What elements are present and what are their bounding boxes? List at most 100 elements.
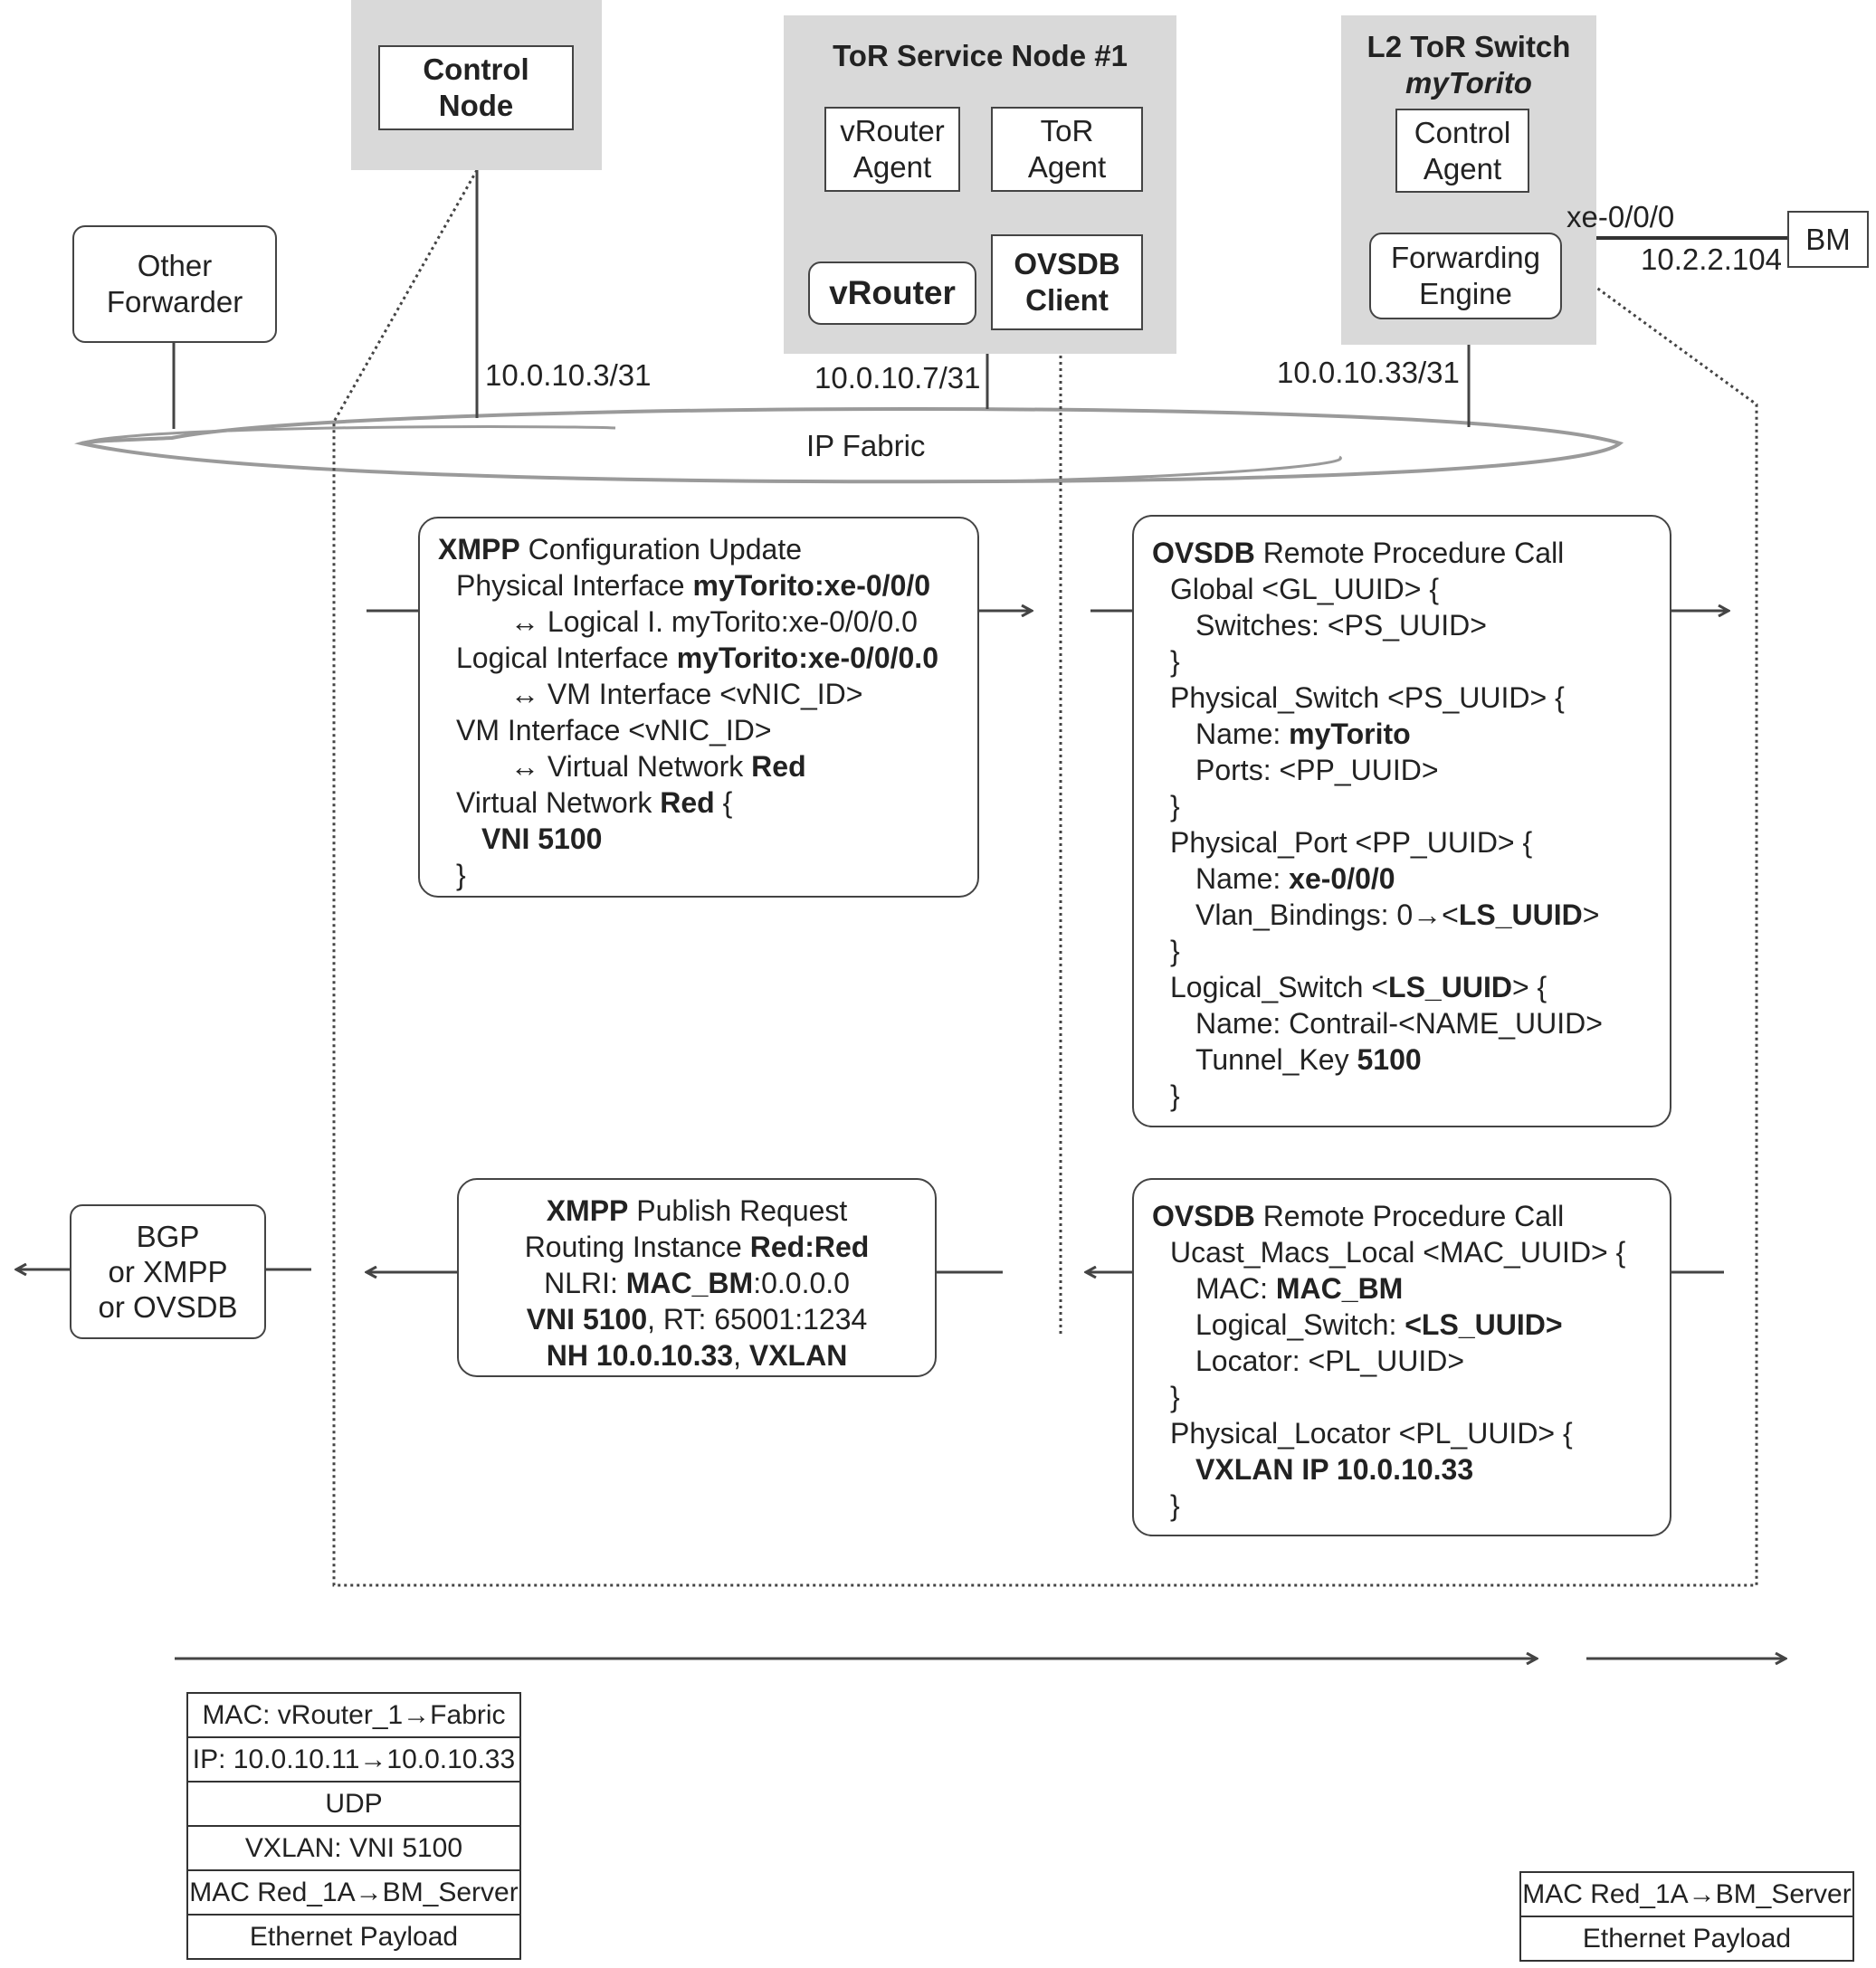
line-value: Red [660,786,715,819]
message-protocol: XMPP [438,533,520,566]
vrouter-agent-label-1: vRouter [840,114,945,147]
message-protocol: OVSDB [1152,1200,1255,1232]
message-line: Name: xe-0/0/0 [1152,860,1652,897]
line-text: MAC: [1195,1272,1276,1305]
message-line: Ucast_Macs_Local <MAC_UUID> { [1152,1234,1652,1270]
tor-service-node-title: ToR Service Node #1 [833,39,1128,72]
ovsdb-client[interactable]: OVSDB Client [991,234,1143,330]
line-text: Switches: <PS_UUID> [1195,609,1487,642]
tor-agent[interactable]: ToR Agent [991,107,1143,192]
line-text: } [1170,645,1180,678]
message-line: Virtual Network Red { [438,784,959,821]
vrouter[interactable]: vRouter [808,261,976,325]
message-line: Physical_Switch <PS_UUID> { [1152,680,1652,716]
message-line: } [1152,788,1652,824]
message-line: Tunnel_Key 5100 [1152,1041,1652,1078]
other-forwarder-label-1: Other [137,249,213,282]
message-header: OVSDB Remote Procedure Call [1152,535,1652,571]
message-line: Physical Interface myTorito:xe-0/0/0 [438,567,959,604]
line-text: } [1170,790,1180,822]
line-value: 5100 [1357,1043,1422,1076]
message-line: Switches: <PS_UUID> [1152,607,1652,643]
line-value: MAC_BM [625,1267,754,1299]
message-line: Locator: <PL_UUID> [1152,1343,1652,1379]
line-value-2: VXLAN [748,1339,848,1372]
bm-server[interactable]: BM [1787,211,1869,268]
line-text: Tunnel_Key [1195,1043,1357,1076]
line-text: ↔ Virtual Network [510,750,752,783]
line-value: myTorito [1289,718,1411,750]
ovsdb-rpc-config: OVSDB Remote Procedure Call Global <GL_UU… [1132,515,1671,1127]
message-line: } [1152,1078,1652,1114]
forwarding-engine[interactable]: Forwarding Engine [1369,233,1562,319]
message-line: Vlan_Bindings: 0→<LS_UUID> [1152,897,1652,933]
ovsdb-client-label-2: Client [1025,283,1109,317]
packet-header-field: MAC Red_1A→BM_Server [1521,1873,1852,1917]
line-suffix: > [1582,898,1600,931]
forwarding-engine-label-2: Engine [1419,277,1512,310]
bm-label: BM [1805,222,1851,256]
message-line: } [1152,1379,1652,1415]
vrouter-agent-label-2: Agent [852,150,932,184]
message-line: Physical_Port <PP_UUID> { [1152,824,1652,860]
line-suffix: :0.0.0.0 [753,1267,850,1299]
message-line: } [1152,643,1652,680]
line-value: LS_UUID [1388,971,1512,1003]
message-line: } [1152,1488,1652,1524]
line-value: NH 10.0.10.33 [546,1339,734,1372]
message-line: NH 10.0.10.33, VXLAN [468,1337,926,1374]
message-line: Name: Contrail-<NAME_UUID> [1152,1005,1652,1041]
message-header: XMPP Configuration Update [438,531,959,567]
bm-ip-label: 10.2.2.104 [1641,242,1782,276]
line-text: Physical_Port <PP_UUID> { [1170,826,1533,859]
line-text: Name: [1195,862,1290,895]
message-protocol: OVSDB [1152,537,1255,569]
line-value: xe-0/0/0 [1289,862,1395,895]
message-line: } [1152,933,1652,969]
control-agent-label-2: Agent [1423,151,1502,185]
line-text: Name: [1195,718,1290,750]
line-value: VNI 5100 [481,822,603,855]
packet-header-field: VXLAN: VNI 5100 [188,1827,519,1871]
line-value: myTorito:xe-0/0/0 [692,569,931,602]
message-line: } [438,857,959,893]
message-line: Logical_Switch: <LS_UUID> [1152,1307,1652,1343]
message-line: VM Interface <vNIC_ID> [438,712,959,748]
ovsdb-rpc-mac: OVSDB Remote Procedure Call Ucast_Macs_Lo… [1132,1178,1671,1536]
line-text: Physical_Locator <PL_UUID> { [1170,1417,1573,1450]
message-line: Global <GL_UUID> { [1152,571,1652,607]
line-text: Ucast_Macs_Local <MAC_UUID> { [1170,1236,1626,1269]
tor-agent-label-2: Agent [1027,150,1107,184]
control-node[interactable]: Control Node [378,45,574,130]
line-suffix: , RT: 65001:1234 [647,1303,868,1336]
line-text: Locator: <PL_UUID> [1195,1345,1465,1377]
line-text: ↔ Logical I. myTorito:xe-0/0/0.0 [510,605,918,638]
other-forwarder[interactable]: Other Forwarder [72,225,277,343]
control-agent[interactable]: Control Agent [1395,109,1529,193]
line-suffix: , [733,1339,749,1372]
message-line: NLRI: MAC_BM:0.0.0.0 [468,1265,926,1301]
control-node-ip: 10.0.10.3/31 [485,358,652,392]
bgp-xmpp-ovsdb-box[interactable]: BGP or XMPP or OVSDB [70,1204,266,1339]
ovsdb-client-label-1: OVSDB [1014,247,1120,280]
line-text: Physical Interface [456,569,693,602]
message-header: OVSDB Remote Procedure Call [1152,1198,1652,1234]
l2-tor-switch-ip: 10.0.10.33/31 [1277,356,1460,389]
line-text: } [1170,1489,1180,1522]
line-value: Red:Red [749,1231,870,1263]
vrouter-agent[interactable]: vRouter Agent [824,107,960,192]
line-value: Red [751,750,806,783]
line-value: MAC_BM [1275,1272,1404,1305]
line-text: Logical Interface [456,642,677,674]
line-value: <LS_UUID> [1405,1308,1563,1341]
message-line: VNI 5100, RT: 65001:1234 [468,1301,926,1337]
packet-header-field: Ethernet Payload [1521,1917,1852,1962]
line-text: } [1170,1381,1180,1413]
message-title: Publish Request [628,1194,848,1227]
bgp-label-2: or XMPP [108,1255,228,1288]
l2-tor-switch-name: myTorito [1405,66,1532,100]
packet-header-field: UDP [188,1783,519,1827]
line-text: Global <GL_UUID> { [1170,573,1440,605]
xmpp-publish-request: XMPP Publish Request Routing Instance Red… [457,1178,937,1377]
message-line: Ports: <PP_UUID> [1152,752,1652,788]
